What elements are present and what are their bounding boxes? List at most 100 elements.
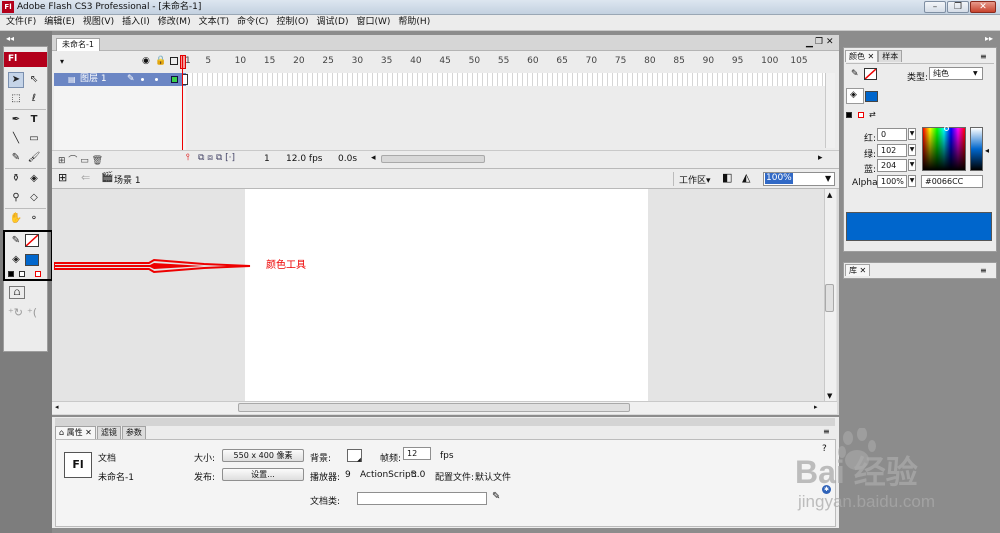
maximize-button[interactable]: ❐ <box>947 1 969 13</box>
green-input[interactable]: 102 <box>877 144 907 157</box>
ink-bottle-tool[interactable]: ⚱ <box>8 171 24 187</box>
brightness-pointer-icon[interactable]: ◂ <box>985 146 989 155</box>
fill-bucket-button[interactable]: ◈ <box>846 88 864 104</box>
document-size-button[interactable]: 550 x 400 像素 <box>222 449 304 462</box>
scroll-up-icon[interactable]: ▲ <box>827 191 832 199</box>
free-transform-tool[interactable]: ⬚ <box>8 91 24 107</box>
tab-filters[interactable]: 滤镜 <box>96 426 121 439</box>
pencil-tool[interactable]: ✎ <box>8 150 24 166</box>
stroke-color-tool[interactable]: ✎ <box>8 233 24 249</box>
scene-name[interactable]: 场景 1 <box>114 173 141 186</box>
back-arrow-icon[interactable]: ⇐ <box>81 171 90 184</box>
brush-tool[interactable]: 🖌 <box>26 150 42 166</box>
alpha-input[interactable]: 100% <box>877 175 907 188</box>
menu-control[interactable]: 控制(O) <box>272 15 312 30</box>
stroke-pencil-icon[interactable]: ✎ <box>851 69 859 79</box>
blue-stepper[interactable]: ▼ <box>908 159 916 171</box>
no-color-button[interactable] <box>35 271 41 277</box>
menu-window[interactable]: 窗口(W) <box>353 15 395 30</box>
document-tab[interactable]: 未命名-1 <box>56 38 100 51</box>
panel-menu-icon[interactable]: ≡ <box>980 52 987 61</box>
spectrum-cursor[interactable] <box>944 126 949 131</box>
menu-edit[interactable]: 编辑(E) <box>40 15 79 30</box>
pen-tool[interactable]: ✒ <box>8 112 24 128</box>
swap-colors-icon[interactable]: ⇄ <box>869 110 876 119</box>
document-class-input[interactable] <box>357 492 487 505</box>
tab-properties[interactable]: ⌂ 属性 ✕ <box>55 426 96 439</box>
framerate-input[interactable]: 12 <box>403 447 431 460</box>
line-tool[interactable]: ╲ <box>8 131 24 147</box>
publish-settings-button[interactable]: 设置... <box>222 468 304 481</box>
color-spectrum[interactable] <box>922 127 966 171</box>
scroll-left-icon[interactable]: ◂ <box>371 153 376 163</box>
onion-skin-icons[interactable]: ⧉ ⧈ ⧉ [·] <box>198 153 235 163</box>
layer-frames[interactable] <box>188 73 825 86</box>
stroke-color-swatch[interactable] <box>25 234 39 247</box>
subselection-tool[interactable]: ⇖ <box>26 72 42 88</box>
menu-view[interactable]: 视图(V) <box>79 15 118 30</box>
red-stepper[interactable]: ▼ <box>908 128 916 140</box>
doc-restore-icon[interactable]: ❐ <box>815 37 823 47</box>
edit-symbol-icon[interactable]: ◧ <box>722 171 732 184</box>
layer-color-box[interactable] <box>171 76 178 83</box>
collapse-arrows-icon[interactable]: ◂◂ <box>6 34 14 43</box>
lock-dot[interactable] <box>155 78 158 81</box>
visibility-dot[interactable] <box>141 78 144 81</box>
doc-minimize-icon[interactable]: ▁ <box>806 38 813 48</box>
close-button[interactable]: ✕ <box>970 1 996 13</box>
fill-color-swatch[interactable] <box>25 254 39 266</box>
hex-input[interactable]: #0066CC <box>921 175 983 188</box>
object-drawing-button[interactable]: ⩍ <box>9 286 25 299</box>
swap-colors-button[interactable] <box>19 271 25 277</box>
no-color-button[interactable] <box>858 112 864 118</box>
eye-icon[interactable]: ◉ <box>142 56 150 66</box>
menu-modify[interactable]: 修改(M) <box>154 15 195 30</box>
menu-text[interactable]: 文本(T) <box>195 15 234 30</box>
layer-row[interactable]: ▤ 图层 1 ✎ <box>54 73 186 86</box>
pencil-icon[interactable]: ✎ <box>492 491 500 502</box>
red-input[interactable]: 0 <box>877 128 907 141</box>
stage-horizontal-thumb[interactable] <box>238 403 630 412</box>
panel-menu-icon[interactable]: ≡ <box>980 266 987 275</box>
black-white-button[interactable] <box>846 112 852 118</box>
panel-menu-icon[interactable]: ≡ <box>823 427 830 436</box>
zoom-tool[interactable]: ⚬ <box>26 211 42 227</box>
alpha-stepper[interactable]: ▼ <box>908 175 916 187</box>
timeline-toggle-icon[interactable]: ⊞ <box>58 171 67 184</box>
rectangle-tool[interactable]: ▭ <box>26 131 42 147</box>
background-color-swatch[interactable]: ◢ <box>347 449 362 463</box>
tab-parameters[interactable]: 参数 <box>121 426 146 439</box>
doc-close-icon[interactable]: ✕ <box>826 37 834 47</box>
stage-canvas[interactable] <box>245 189 648 401</box>
menu-debug[interactable]: 调试(D) <box>313 15 353 30</box>
minimize-button[interactable]: – <box>924 1 946 13</box>
menu-help[interactable]: 帮助(H) <box>394 15 434 30</box>
chevron-down-icon[interactable]: ▼ <box>825 174 831 183</box>
lock-icon[interactable]: 🔒 <box>155 56 166 66</box>
menu-insert[interactable]: 插入(I) <box>118 15 154 30</box>
tab-color[interactable]: 颜色 ✕ <box>845 50 879 62</box>
playhead-handle[interactable] <box>180 55 186 69</box>
paint-bucket-tool[interactable]: ◈ <box>26 171 42 187</box>
scroll-right-icon[interactable]: ▸ <box>814 403 818 411</box>
library-tab[interactable]: 库 ✕ <box>845 264 871 276</box>
workspace-menu[interactable]: 工作区▾ <box>679 173 711 186</box>
tab-swatches[interactable]: 样本 <box>878 50 903 62</box>
eraser-tool[interactable]: ◇ <box>26 190 42 206</box>
scroll-down-icon[interactable]: ▼ <box>827 392 832 400</box>
stroke-swatch[interactable] <box>864 68 877 80</box>
blue-input[interactable]: 204 <box>877 159 907 172</box>
timeline-horizontal-scrollbar[interactable] <box>381 155 485 163</box>
black-white-button[interactable] <box>8 271 14 277</box>
timeline-collapse-icon[interactable]: ▾ <box>60 57 64 66</box>
text-tool[interactable]: T <box>26 112 42 128</box>
lasso-tool[interactable]: ℓ <box>26 91 42 107</box>
menu-file[interactable]: 文件(F) <box>2 15 40 30</box>
fill-color-tool[interactable]: ◈ <box>8 252 24 268</box>
menu-commands[interactable]: 命令(C) <box>233 15 272 30</box>
expand-arrows-icon[interactable]: ▸▸ <box>985 34 993 43</box>
center-frame-icon[interactable]: ⫯ <box>186 153 190 163</box>
eyedropper-tool[interactable]: ⚲ <box>8 190 24 206</box>
green-stepper[interactable]: ▼ <box>908 144 916 156</box>
outline-icon[interactable] <box>170 57 178 65</box>
